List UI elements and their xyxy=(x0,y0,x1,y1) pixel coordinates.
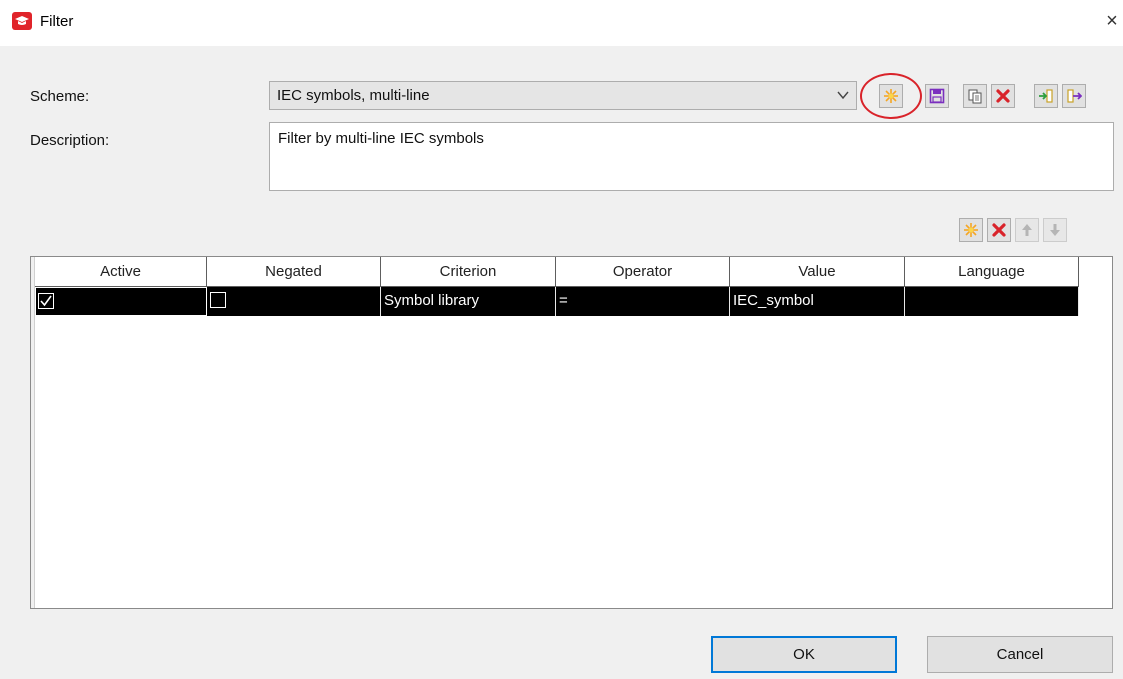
column-header-operator[interactable]: Operator xyxy=(556,257,730,287)
window-title: Filter xyxy=(40,13,74,30)
add-criterion-button[interactable] xyxy=(959,218,983,242)
highlight-circle xyxy=(860,73,922,119)
cancel-button[interactable]: Cancel xyxy=(927,636,1113,673)
import-scheme-button[interactable] xyxy=(1034,84,1058,108)
graduation-cap-icon xyxy=(12,12,32,30)
column-header-value[interactable]: Value xyxy=(730,257,905,287)
delete-scheme-button[interactable] xyxy=(991,84,1015,108)
move-down-button[interactable] xyxy=(1043,218,1067,242)
cell-language[interactable] xyxy=(905,287,1079,316)
export-icon xyxy=(1067,89,1082,103)
column-header-criterion[interactable]: Criterion xyxy=(381,257,556,287)
column-header-active[interactable]: Active xyxy=(35,257,207,287)
cell-negated[interactable] xyxy=(207,287,381,316)
description-label: Description: xyxy=(30,132,110,149)
move-down-icon xyxy=(1050,224,1060,236)
chevron-down-icon[interactable] xyxy=(836,88,850,102)
close-button[interactable]: × xyxy=(1101,6,1123,36)
column-header-language[interactable]: Language xyxy=(905,257,1079,287)
cell-active[interactable] xyxy=(35,287,207,316)
copy-scheme-button[interactable] xyxy=(963,84,987,108)
ok-button[interactable]: OK xyxy=(711,636,897,673)
active-checkbox[interactable] xyxy=(38,293,54,309)
move-up-icon xyxy=(1022,224,1032,236)
new-icon xyxy=(964,223,978,237)
delete-icon xyxy=(992,223,1006,237)
negated-checkbox[interactable] xyxy=(210,292,226,308)
table-row[interactable]: Symbol library = IEC_symbol xyxy=(35,287,1079,316)
column-header-negated[interactable]: Negated xyxy=(207,257,381,287)
delete-criterion-button[interactable] xyxy=(987,218,1011,242)
save-icon xyxy=(929,88,945,104)
save-scheme-button[interactable] xyxy=(925,84,949,108)
copy-icon xyxy=(968,89,982,104)
delete-icon xyxy=(996,89,1010,103)
criteria-grid[interactable]: Active Negated Criterion Operator Value … xyxy=(30,256,1113,609)
import-icon xyxy=(1039,89,1053,103)
title-bar: Filter × xyxy=(0,0,1123,46)
cell-value[interactable]: IEC_symbol xyxy=(730,287,905,316)
scheme-label: Scheme: xyxy=(30,88,90,105)
cell-criterion[interactable]: Symbol library xyxy=(381,287,556,316)
scheme-dropdown[interactable]: IEC symbols, multi-line xyxy=(269,81,857,110)
cell-operator[interactable]: = xyxy=(556,287,730,316)
move-up-button[interactable] xyxy=(1015,218,1039,242)
export-scheme-button[interactable] xyxy=(1062,84,1086,108)
description-field[interactable]: Filter by multi-line IEC symbols xyxy=(269,122,1114,191)
